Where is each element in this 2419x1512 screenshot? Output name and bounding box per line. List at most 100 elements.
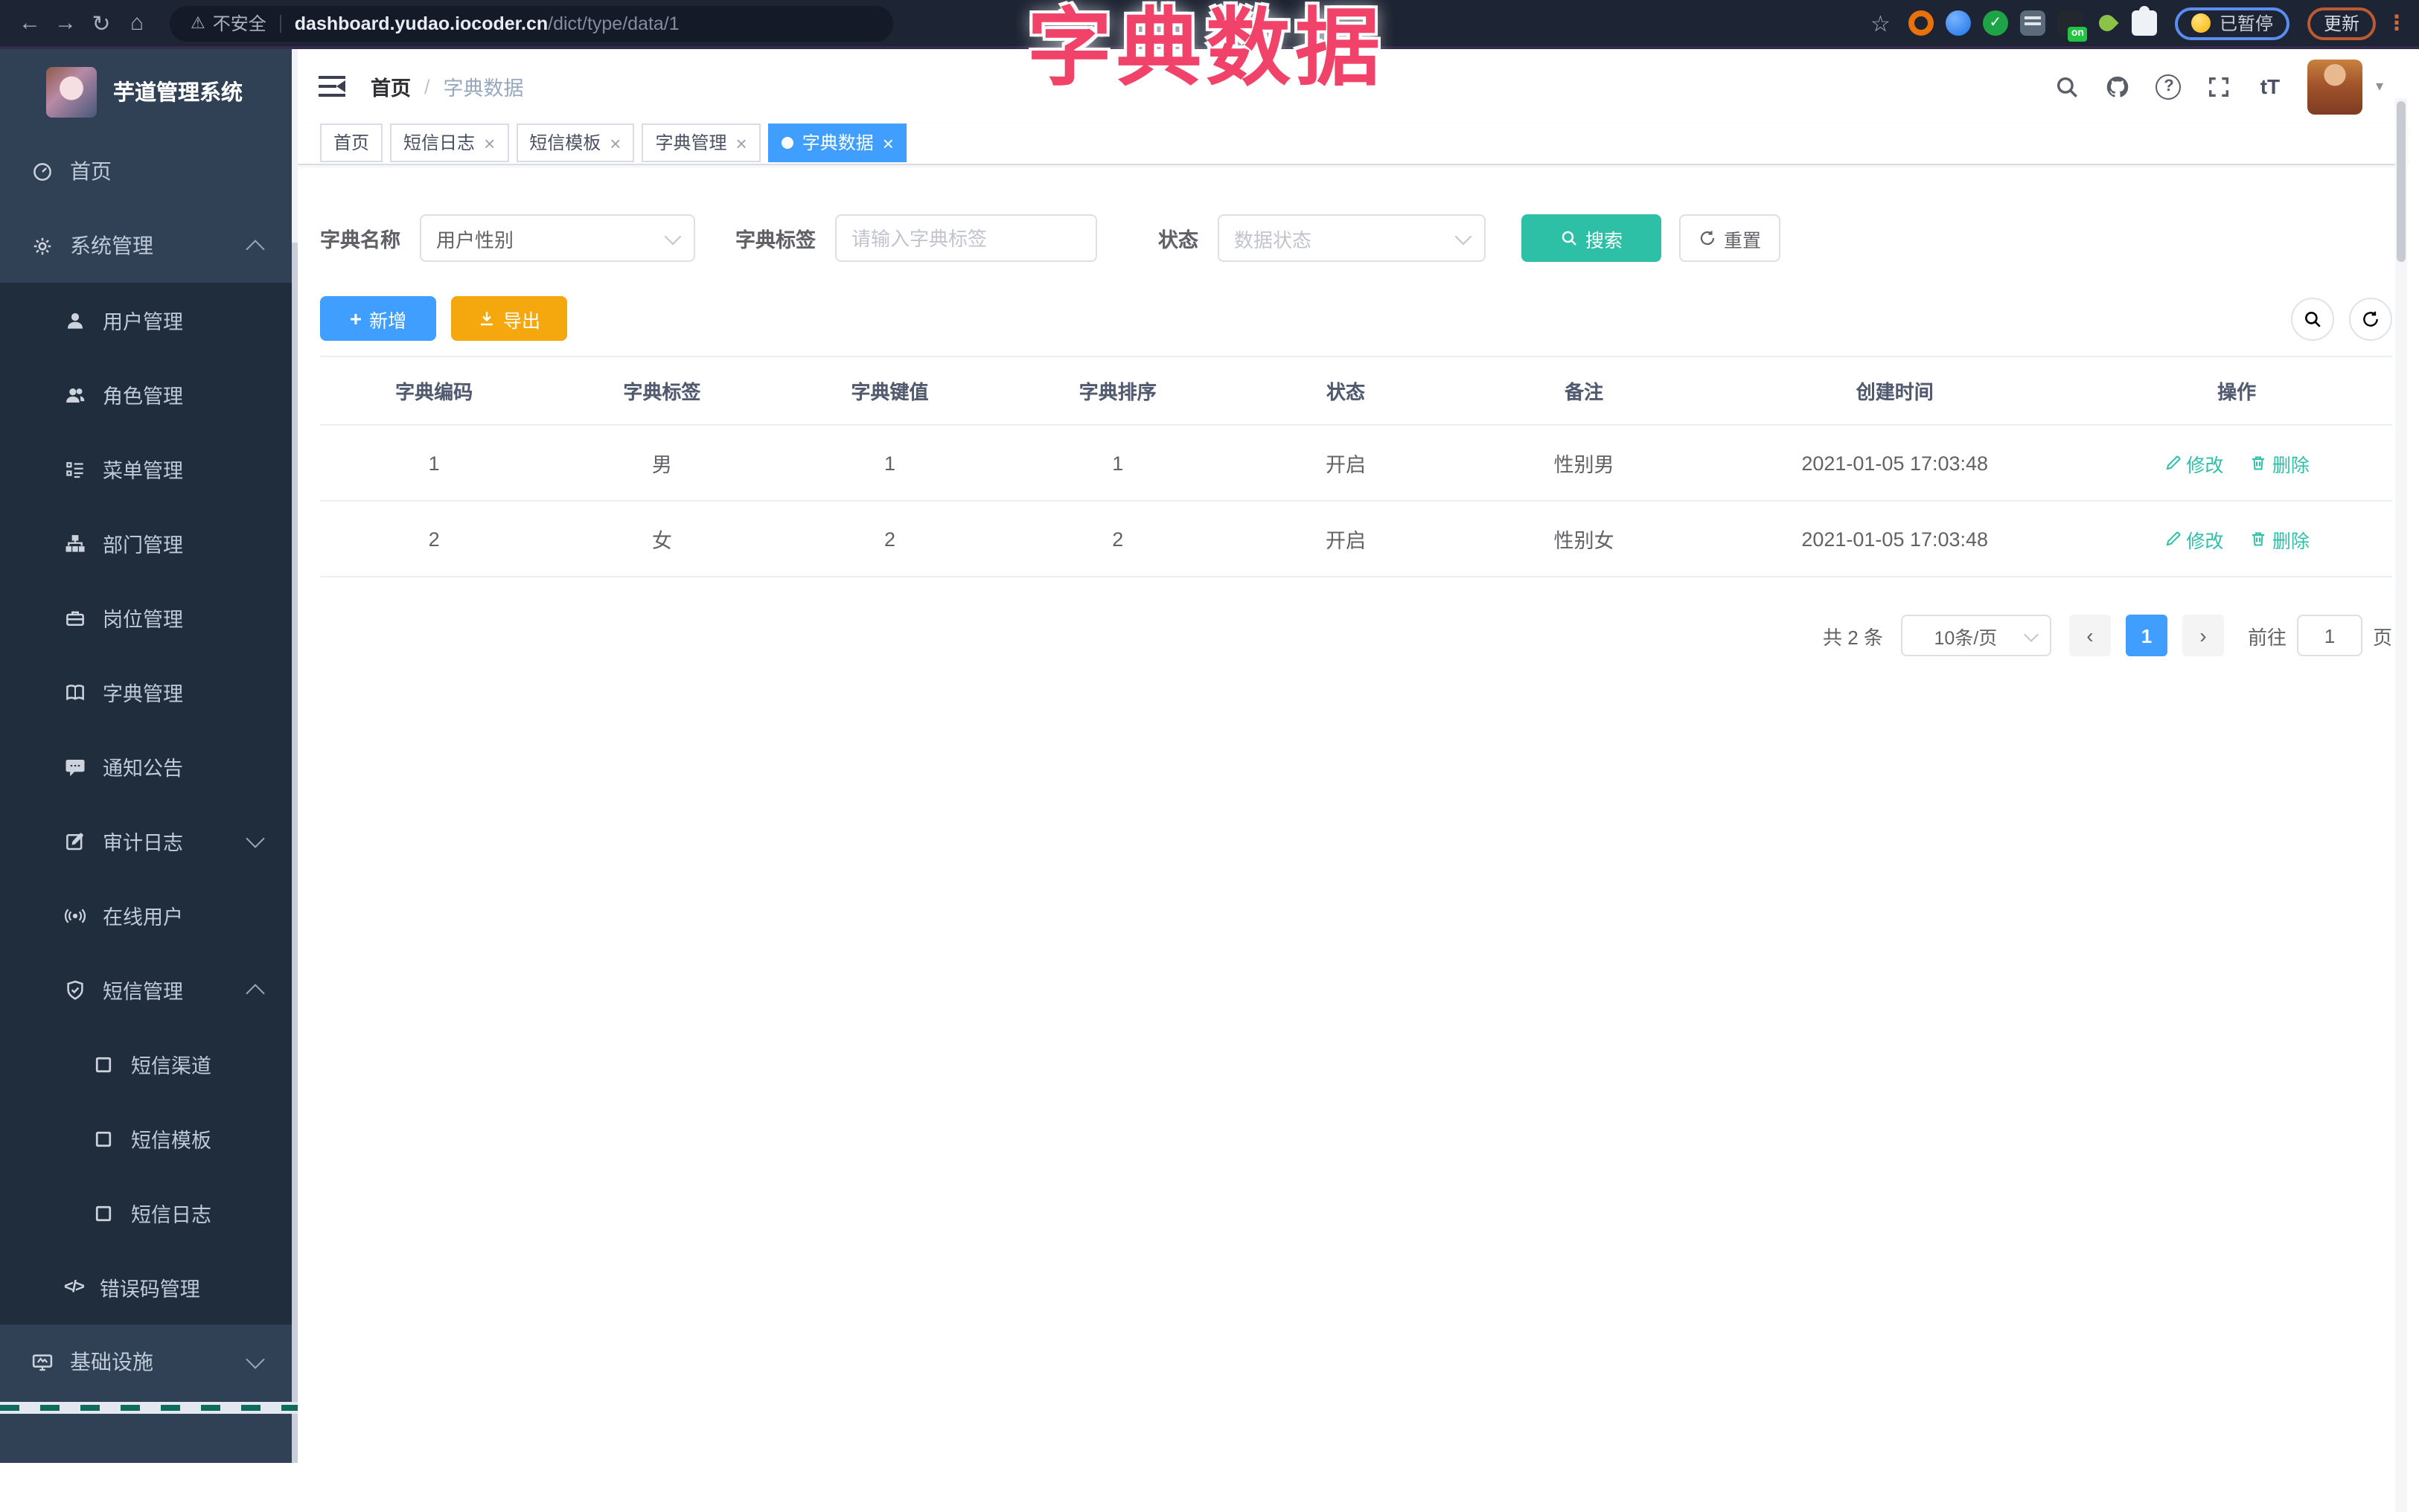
- refresh-table-button[interactable]: [2349, 297, 2392, 340]
- sidebar-item-label: 基础设施: [70, 1350, 153, 1374]
- page-number-active[interactable]: 1: [2125, 615, 2167, 656]
- sidebar-item-sms-management[interactable]: 短信管理: [0, 952, 298, 1027]
- security-label[interactable]: 不安全: [213, 10, 266, 36]
- bookmark-star-icon[interactable]: ☆: [1870, 10, 1891, 36]
- sidebar-item-dict-management[interactable]: 字典管理: [0, 655, 298, 729]
- sidebar-item-home[interactable]: 首页: [0, 134, 298, 208]
- sidebar-item-dept-management[interactable]: 部门管理: [0, 506, 298, 580]
- reload-icon[interactable]: ↻: [83, 5, 119, 41]
- chevron-down-icon: [2024, 627, 2039, 642]
- back-icon[interactable]: ←: [12, 5, 48, 41]
- address-bar[interactable]: ⚠ 不安全 dashboard.yudao.iocoder.cn /dict/t…: [170, 5, 893, 41]
- avatar-caret-down-icon[interactable]: ▾: [2376, 78, 2383, 94]
- fullscreen-icon[interactable]: [2200, 67, 2239, 106]
- trash-icon: [2250, 530, 2268, 548]
- search-icon: [2303, 309, 2322, 328]
- delete-link[interactable]: 删除: [2250, 449, 2310, 477]
- refresh-icon: [1699, 229, 1716, 247]
- close-icon[interactable]: ×: [610, 133, 621, 153]
- sidebar-item-label: 审计日志: [103, 832, 183, 854]
- close-icon[interactable]: ×: [736, 133, 747, 153]
- user-avatar[interactable]: [2307, 59, 2362, 114]
- reset-label: 重置: [1723, 230, 1761, 251]
- extension-icon-slate[interactable]: [2019, 10, 2045, 36]
- col-actions: 操作: [2081, 356, 2392, 426]
- tab-home[interactable]: 首页: [320, 124, 383, 162]
- extension-icon-plant[interactable]: [2094, 10, 2120, 36]
- extension-icon-blue[interactable]: [1945, 10, 1971, 36]
- export-button[interactable]: 导出: [451, 296, 567, 341]
- goto-page-input[interactable]: [2296, 615, 2362, 656]
- square-icon: [92, 1202, 115, 1224]
- help-icon[interactable]: ?: [2150, 67, 2188, 106]
- close-icon[interactable]: ×: [883, 133, 894, 153]
- extension-icon-on[interactable]: on: [2057, 10, 2087, 42]
- tab-dict-management[interactable]: 字典管理 ×: [642, 124, 761, 162]
- dict-tag-input-wrap: [835, 214, 1097, 262]
- dict-name-select[interactable]: 用户性别: [420, 214, 695, 262]
- extension-icon-green-check[interactable]: ✓: [1982, 10, 2008, 36]
- close-icon[interactable]: ×: [484, 133, 495, 153]
- accent-line: [0, 46, 2419, 49]
- sidebar-item-audit-log[interactable]: 审计日志: [0, 804, 298, 878]
- sidebar-item-menu-management[interactable]: 菜单管理: [0, 432, 298, 506]
- sidebar-item-online-users[interactable]: 在线用户: [0, 878, 298, 952]
- tab-dict-data[interactable]: 字典数据 ×: [767, 124, 907, 162]
- sidebar-scrollbar[interactable]: [292, 49, 298, 1463]
- forward-icon[interactable]: →: [48, 5, 83, 41]
- update-label: 更新: [2323, 13, 2359, 34]
- github-icon[interactable]: [2099, 67, 2138, 106]
- edit-square-icon: [64, 830, 86, 852]
- paused-badge[interactable]: 已暂停: [2174, 7, 2289, 39]
- extension-icon-orange[interactable]: [1908, 10, 1934, 36]
- search-button[interactable]: 搜索: [1521, 214, 1661, 262]
- screen: ← → ↻ ⌂ ⚠ 不安全 dashboard.yudao.iocoder.cn…: [0, 0, 2419, 1512]
- sidebar-item-sms-log[interactable]: 短信日志: [0, 1176, 298, 1250]
- extensions-puzzle-icon[interactable]: [2131, 6, 2157, 36]
- edit-link[interactable]: 修改: [2164, 525, 2223, 553]
- reset-button[interactable]: 重置: [1679, 214, 1780, 262]
- sidebar-item-post-management[interactable]: 岗位管理: [0, 580, 298, 655]
- sidebar-item-system-management[interactable]: 系统管理: [0, 208, 298, 283]
- goto-label: 前往: [2247, 626, 2287, 648]
- delete-link[interactable]: 删除: [2250, 525, 2310, 553]
- next-page-button[interactable]: ›: [2182, 615, 2224, 656]
- edit-link[interactable]: 修改: [2164, 449, 2223, 477]
- sidebar-item-user-management[interactable]: 用户管理: [0, 283, 298, 357]
- page-size-select[interactable]: 10条/页: [1900, 615, 2051, 656]
- chevron-down-icon: [246, 829, 265, 848]
- update-button[interactable]: 更新: [2307, 7, 2376, 39]
- header-search-icon[interactable]: [2048, 67, 2087, 106]
- page-scrollbar[interactable]: [2395, 98, 2407, 1512]
- prev-page-button[interactable]: ‹: [2068, 615, 2111, 656]
- toggle-search-button[interactable]: [2291, 297, 2334, 340]
- col-dict-label: 字典标签: [548, 356, 776, 426]
- sidebar-item-notice[interactable]: 通知公告: [0, 729, 298, 804]
- tab-sms-log[interactable]: 短信日志 ×: [390, 124, 509, 162]
- sidebar-item-role-management[interactable]: 角色管理: [0, 357, 298, 432]
- sidebar-collapse-icon[interactable]: [319, 75, 345, 97]
- search-icon: [1560, 229, 1578, 247]
- page-scrollbar-thumb[interactable]: [2397, 101, 2406, 262]
- sidebar-item-sms-template[interactable]: 短信模板: [0, 1101, 298, 1176]
- gear-icon: [31, 234, 54, 257]
- sidebar-item-label: 错误码管理: [99, 1278, 200, 1301]
- breadcrumb-home[interactable]: 首页: [371, 71, 411, 101]
- sidebar-item-label: 短信渠道: [131, 1055, 211, 1077]
- home-icon[interactable]: ⌂: [119, 5, 155, 41]
- sidebar-scrollbar-thumb[interactable]: [292, 49, 298, 243]
- sidebar-item-infrastructure[interactable]: 基础设施: [0, 1324, 298, 1399]
- sidebar-item-error-code[interactable]: </> 错误码管理: [0, 1250, 298, 1324]
- square-icon: [92, 1053, 115, 1075]
- sidebar-item-sms-channel[interactable]: 短信渠道: [0, 1027, 298, 1101]
- online-icon: [64, 904, 86, 926]
- status-select[interactable]: 数据状态: [1218, 214, 1486, 262]
- tab-sms-template[interactable]: 短信模板 ×: [516, 124, 635, 162]
- table-row: 1 男 1 1 开启 性别男 2021-01-05 17:03:48 修改 删除: [320, 425, 2392, 502]
- add-button[interactable]: + 新增: [320, 296, 436, 341]
- dict-tag-input[interactable]: [851, 227, 1081, 249]
- browser-menu-icon[interactable]: ⋮: [2386, 10, 2407, 36]
- sidebar-item-label: 首页: [70, 159, 112, 183]
- font-size-icon[interactable]: tT: [2251, 67, 2289, 106]
- sidebar-logo[interactable]: 芋道管理系统: [0, 49, 298, 134]
